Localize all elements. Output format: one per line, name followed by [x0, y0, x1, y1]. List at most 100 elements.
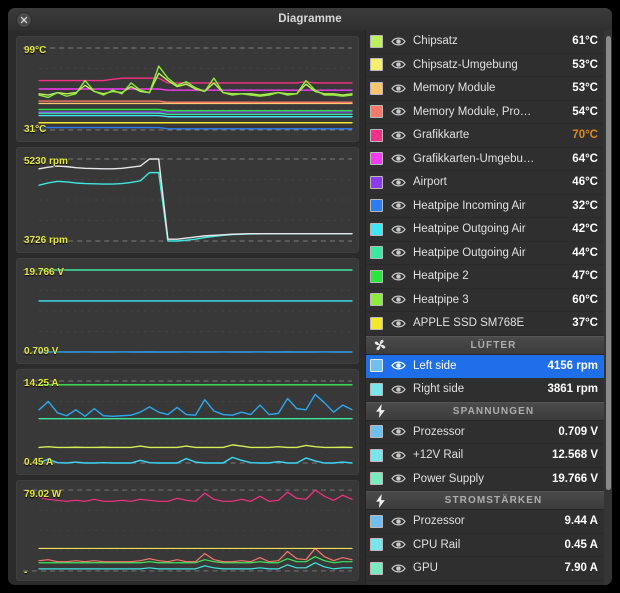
sensor-value: 70°C — [566, 129, 598, 141]
eye-icon[interactable] — [390, 130, 406, 141]
color-swatch[interactable] — [370, 176, 383, 189]
color-swatch[interactable] — [370, 270, 383, 283]
eye-icon[interactable] — [390, 384, 406, 395]
sensor-value: 61°C — [566, 35, 598, 47]
section-title: LÜFTER — [389, 340, 598, 351]
eye-icon[interactable] — [390, 539, 406, 550]
sensor-row[interactable]: Chipsatz61°C — [366, 30, 604, 54]
sensor-value: 9.44 A — [559, 515, 598, 527]
chart-voltages[interactable]: 19.766 V 0.709 V — [16, 258, 359, 364]
section-header-currents: STROMSTÄRKEN — [366, 491, 604, 510]
sensor-list[interactable]: Chipsatz61°CChipsatz-Umgebung53°CMemory … — [366, 30, 604, 585]
sensor-row[interactable]: Heatpipe Outgoing Air42°C — [366, 218, 604, 242]
color-swatch[interactable] — [370, 383, 383, 396]
eye-icon[interactable] — [390, 83, 406, 94]
color-swatch[interactable] — [370, 58, 383, 71]
color-swatch[interactable] — [370, 199, 383, 212]
color-swatch[interactable] — [370, 129, 383, 142]
sensor-value: 0.45 A — [559, 539, 598, 551]
color-swatch[interactable] — [370, 152, 383, 165]
sensor-row[interactable]: Prozessor0.709 V — [366, 421, 604, 445]
sensor-row[interactable]: Memory Module, Pro…54°C — [366, 101, 604, 125]
chart-temperatures-plot — [17, 37, 358, 141]
sensor-label: Heatpipe Outgoing Air — [413, 247, 566, 259]
chart-powers[interactable]: 79.02 W - — [16, 480, 359, 581]
eye-icon[interactable] — [390, 271, 406, 282]
sensor-row[interactable]: Power Supply19.766 V — [366, 468, 604, 492]
color-swatch[interactable] — [370, 562, 383, 575]
sensor-label: Heatpipe Incoming Air — [413, 200, 566, 212]
window-title: Diagramme — [8, 8, 612, 30]
sensor-row[interactable]: GPU7.90 A — [366, 557, 604, 581]
chart-currents[interactable]: 14.25 A 0.45 A — [16, 369, 359, 475]
sensor-list-scrollbar[interactable] — [604, 30, 612, 585]
sensor-row[interactable]: Battery13.60 A — [366, 581, 604, 586]
sensor-value: 3861 rpm — [541, 383, 598, 395]
sensor-label: Prozessor — [413, 515, 559, 527]
chart-temperatures[interactable]: 99°C 31°C — [16, 36, 359, 142]
sensor-value: 7.90 A — [559, 562, 598, 574]
bolt-icon — [371, 404, 389, 418]
sensor-row[interactable]: +12V Rail12.568 V — [366, 444, 604, 468]
sensor-row[interactable]: Prozessor9.44 A — [366, 510, 604, 534]
color-swatch[interactable] — [370, 515, 383, 528]
sensor-row[interactable]: Chipsatz-Umgebung53°C — [366, 54, 604, 78]
sensor-row[interactable]: Heatpipe Outgoing Air44°C — [366, 242, 604, 266]
eye-icon[interactable] — [390, 516, 406, 527]
eye-icon[interactable] — [390, 200, 406, 211]
sensor-row[interactable]: Heatpipe Incoming Air32°C — [366, 195, 604, 219]
section-title: SPANNUNGEN — [389, 406, 598, 417]
chart-powers-plot — [17, 481, 358, 580]
sensor-value: 47°C — [566, 270, 598, 282]
color-swatch[interactable] — [370, 35, 383, 48]
sensor-row[interactable]: Grafikkarten-Umgebu…64°C — [366, 148, 604, 172]
color-swatch[interactable] — [370, 105, 383, 118]
sensor-value: 12.568 V — [546, 449, 598, 461]
sensor-row[interactable]: Airport46°C — [366, 171, 604, 195]
sensor-label: Heatpipe 2 — [413, 270, 566, 282]
sensor-value: 53°C — [566, 59, 598, 71]
color-swatch[interactable] — [370, 359, 383, 372]
section-header-fans: LÜFTER — [366, 336, 604, 355]
eye-icon[interactable] — [390, 59, 406, 70]
eye-icon[interactable] — [390, 224, 406, 235]
color-swatch[interactable] — [370, 538, 383, 551]
chart-fans[interactable]: 5230 rpm 3726 rpm — [16, 147, 359, 253]
color-swatch[interactable] — [370, 425, 383, 438]
section-header-voltages: SPANNUNGEN — [366, 402, 604, 421]
eye-icon[interactable] — [390, 36, 406, 47]
bolt-icon — [371, 494, 389, 508]
eye-icon[interactable] — [390, 294, 406, 305]
eye-icon[interactable] — [390, 318, 406, 329]
color-swatch[interactable] — [370, 317, 383, 330]
sensor-value: 54°C — [566, 106, 598, 118]
sensor-row[interactable]: Heatpipe 247°C — [366, 265, 604, 289]
eye-icon[interactable] — [390, 450, 406, 461]
color-swatch[interactable] — [370, 246, 383, 259]
color-swatch[interactable] — [370, 293, 383, 306]
sensor-row[interactable]: Memory Module53°C — [366, 77, 604, 101]
color-swatch[interactable] — [370, 223, 383, 236]
sensor-row[interactable]: CPU Rail0.45 A — [366, 534, 604, 558]
eye-icon[interactable] — [390, 153, 406, 164]
scrollbar-thumb[interactable] — [606, 36, 611, 490]
eye-icon[interactable] — [390, 106, 406, 117]
color-swatch[interactable] — [370, 472, 383, 485]
sensor-row[interactable]: APPLE SSD SM768E37°C — [366, 312, 604, 336]
sensor-row[interactable]: Right side3861 rpm — [366, 378, 604, 402]
eye-icon[interactable] — [390, 177, 406, 188]
sensor-row[interactable]: Grafikkarte70°C — [366, 124, 604, 148]
eye-icon[interactable] — [390, 563, 406, 574]
color-swatch[interactable] — [370, 82, 383, 95]
eye-icon[interactable] — [390, 247, 406, 258]
eye-icon[interactable] — [390, 426, 406, 437]
eye-icon[interactable] — [390, 473, 406, 484]
sensor-label: GPU — [413, 562, 559, 574]
eye-icon[interactable] — [390, 360, 406, 371]
sensor-label: Heatpipe 3 — [413, 294, 566, 306]
sensor-row[interactable]: Left side4156 rpm — [366, 355, 604, 379]
sensor-label: Airport — [413, 176, 566, 188]
sensor-row[interactable]: Heatpipe 360°C — [366, 289, 604, 313]
sensor-label: Prozessor — [413, 426, 552, 438]
color-swatch[interactable] — [370, 449, 383, 462]
